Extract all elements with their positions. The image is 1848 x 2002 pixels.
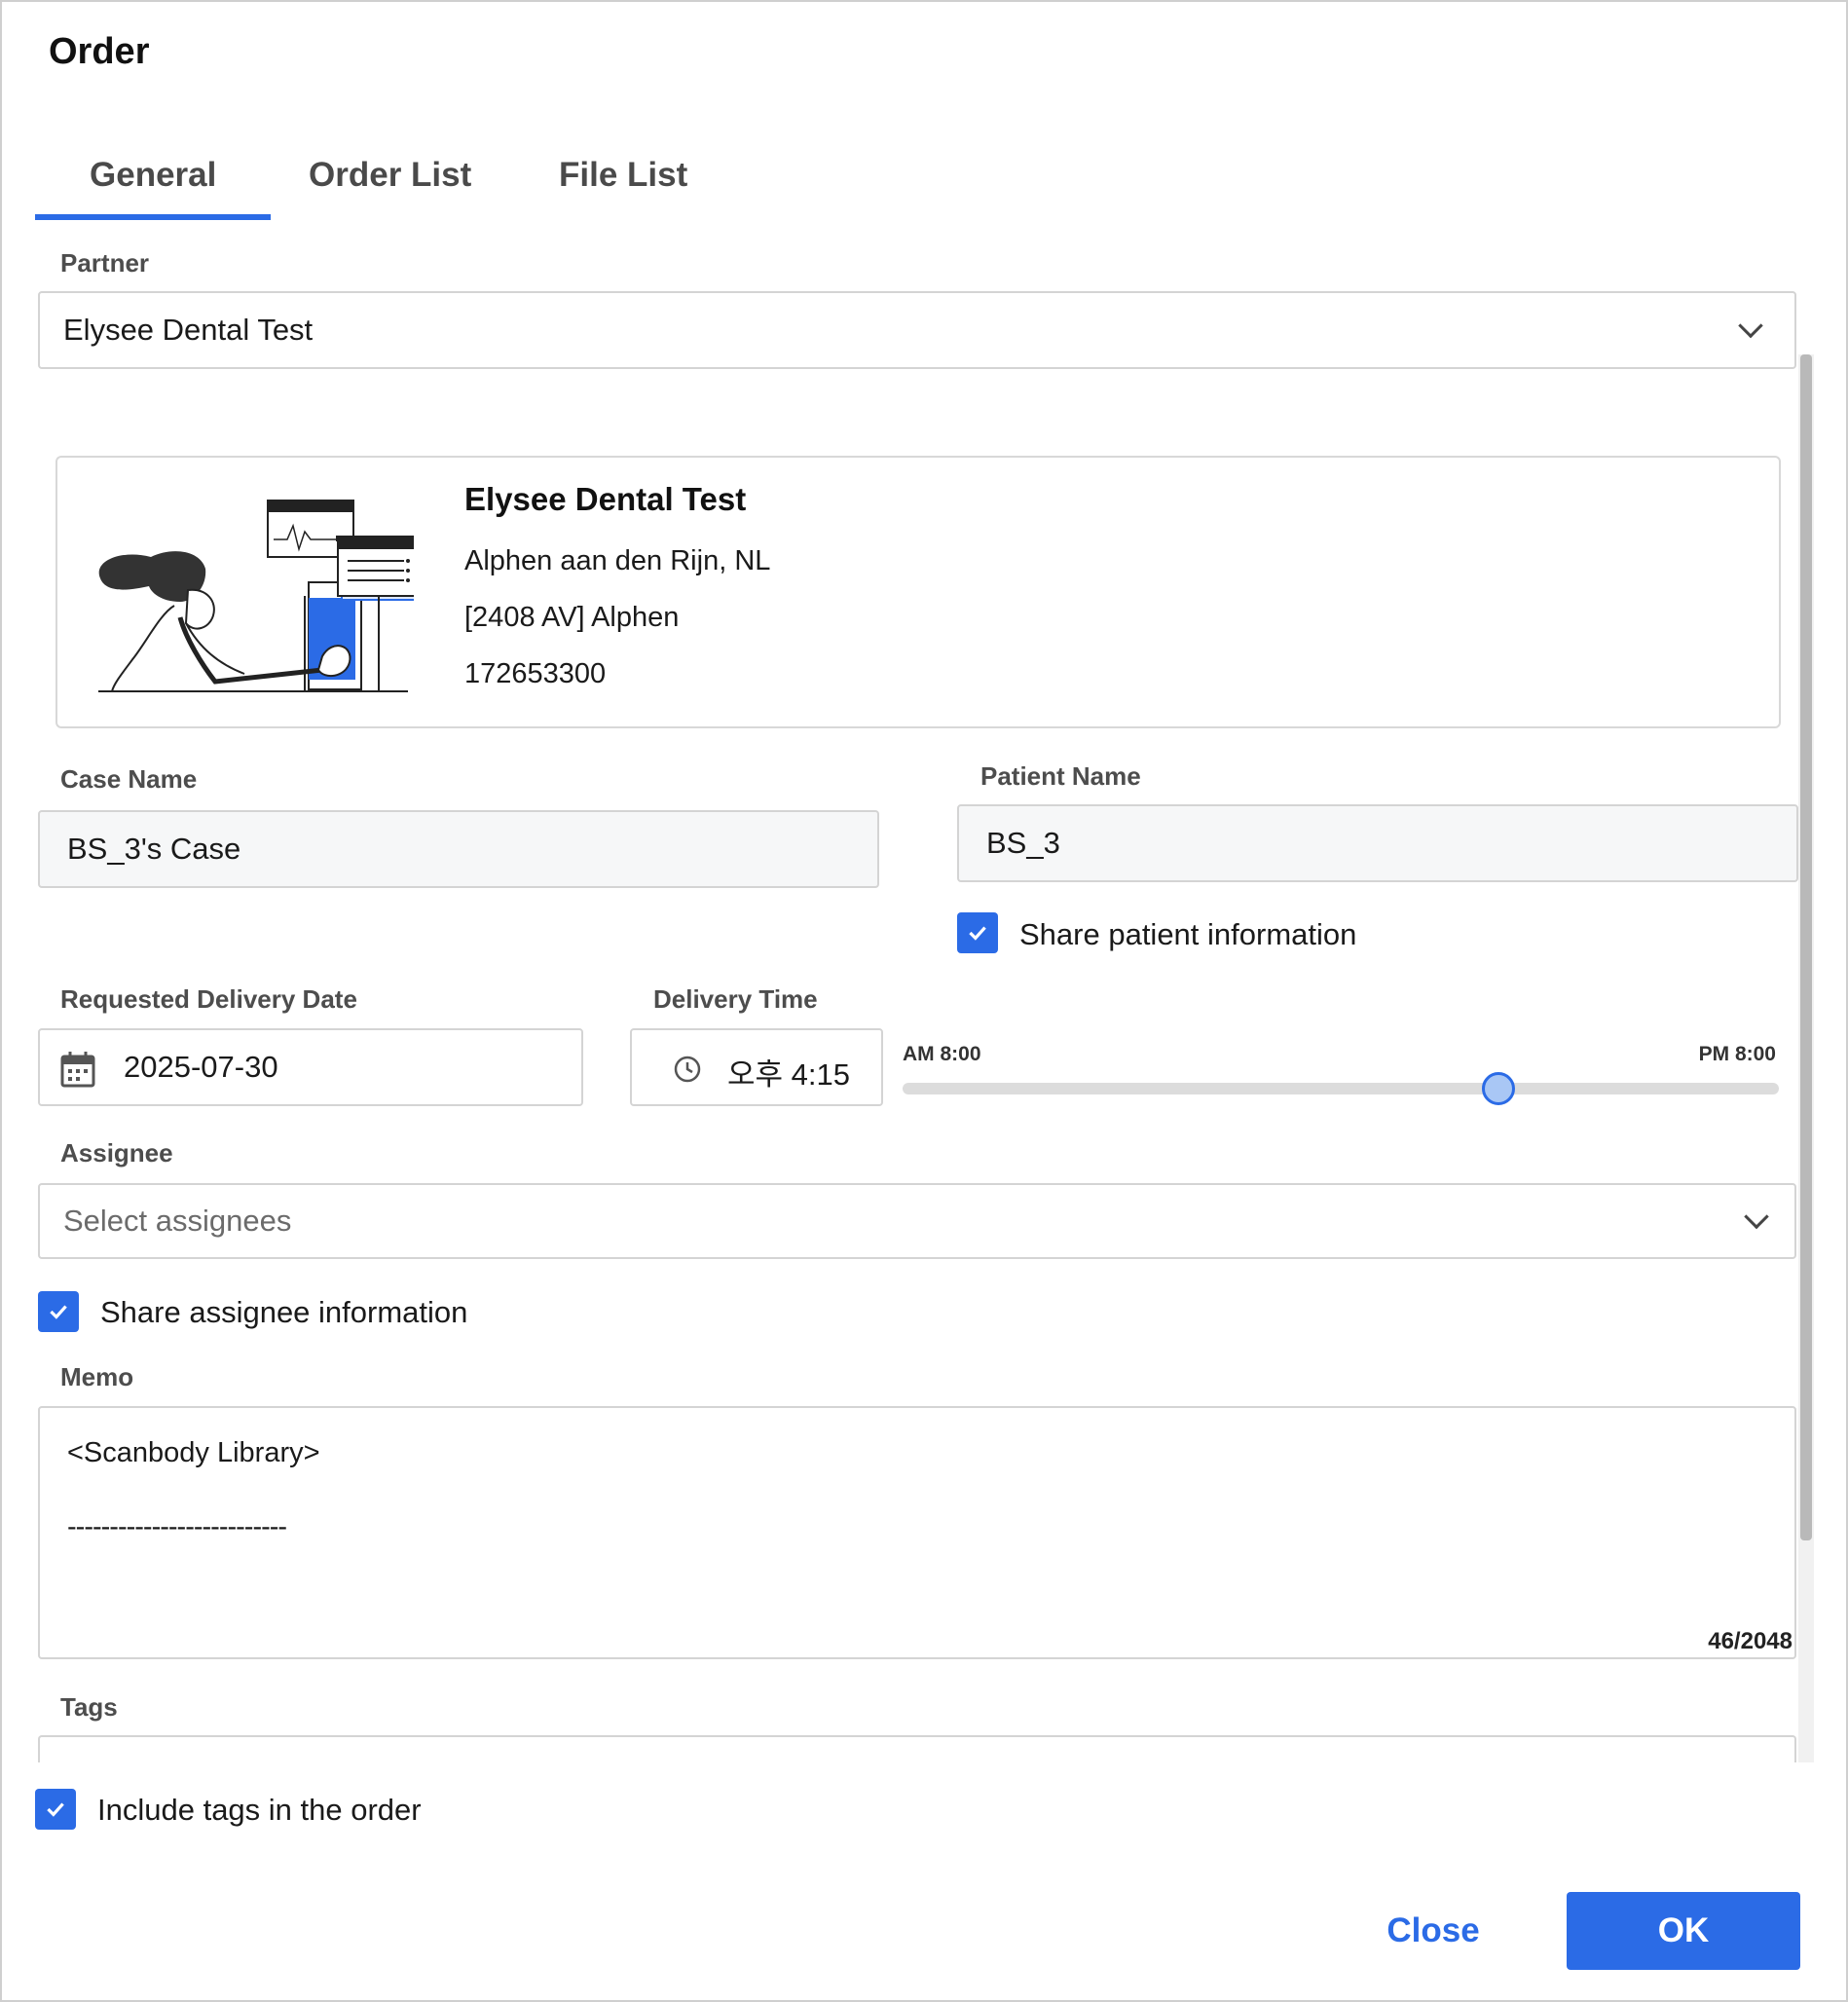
memo-line-2: -------------------------- (67, 1511, 287, 1542)
case-name-value: BS_3's Case (67, 832, 241, 866)
slider-thumb[interactable] (1482, 1072, 1515, 1105)
share-assignee-checkbox[interactable] (38, 1291, 79, 1332)
scrollbar-thumb[interactable] (1800, 354, 1812, 1540)
slider-max-label: PM 8:00 (1698, 1043, 1776, 1065)
delivery-time-picker[interactable]: 오후 4:15 (630, 1028, 883, 1106)
check-icon (50, 1305, 67, 1319)
active-tab-indicator (35, 214, 271, 220)
ok-button[interactable]: OK (1567, 1892, 1800, 1970)
delivery-time-value: 오후 4:15 (727, 1057, 850, 1092)
tags-input[interactable] (38, 1735, 1796, 1762)
slider-min-label: AM 8:00 (903, 1043, 981, 1065)
delivery-date-label: Requested Delivery Date (60, 984, 357, 1014)
partner-card: Elysee Dental Test Alphen aan den Rijn, … (55, 456, 1781, 728)
tab-file-list[interactable]: File List (559, 156, 687, 195)
tab-general[interactable]: General (90, 156, 216, 195)
partner-card-phone: 172653300 (464, 658, 607, 689)
partner-card-address-line1: Alphen aan den Rijn, NL (464, 545, 771, 576)
share-assignee-label: Share assignee information (100, 1295, 468, 1329)
memo-char-counter: 46/2048 (1708, 1628, 1793, 1654)
patient-name-input[interactable]: BS_3 (957, 804, 1798, 882)
partner-card-address-line2: [2408 AV] Alphen (464, 602, 680, 633)
share-patient-label: Share patient information (1019, 917, 1357, 951)
assignee-select[interactable]: Select assignees (38, 1183, 1796, 1259)
assignee-label: Assignee (60, 1138, 173, 1168)
partner-select[interactable]: Elysee Dental Test (38, 291, 1796, 369)
patient-name-value: BS_3 (986, 826, 1060, 860)
tab-order-list[interactable]: Order List (309, 156, 471, 195)
check-icon (47, 1802, 64, 1817)
partner-card-name: Elysee Dental Test (464, 481, 747, 517)
delivery-date-picker[interactable]: 2025-07-30 (38, 1028, 583, 1106)
dialog-title: Order (49, 31, 150, 72)
include-tags-checkbox[interactable] (35, 1789, 76, 1830)
close-button[interactable]: Close (1375, 1892, 1492, 1970)
share-patient-checkbox[interactable] (957, 912, 998, 953)
check-icon (969, 926, 986, 941)
calendar-icon (60, 1052, 95, 1088)
memo-label: Memo (60, 1362, 134, 1391)
dental-technician-illustration (98, 500, 414, 692)
memo-textarea[interactable]: <Scanbody Library> ---------------------… (38, 1406, 1796, 1659)
delivery-time-slider[interactable] (903, 1072, 1779, 1105)
case-name-label: Case Name (60, 764, 198, 794)
include-tags-label: Include tags in the order (97, 1793, 422, 1827)
assignee-placeholder: Select assignees (63, 1204, 292, 1238)
delivery-date-value: 2025-07-30 (124, 1050, 278, 1084)
tags-label: Tags (60, 1692, 118, 1722)
clock-icon (674, 1056, 701, 1083)
chevron-down-icon (1738, 313, 1763, 339)
order-dialog: Order General Order List File List Partn… (0, 0, 1848, 2002)
case-name-input[interactable]: BS_3's Case (38, 810, 879, 888)
patient-name-label: Patient Name (980, 761, 1141, 791)
memo-line-1: <Scanbody Library> (67, 1437, 320, 1468)
chevron-down-icon (1744, 1204, 1769, 1230)
delivery-time-label: Delivery Time (653, 984, 818, 1014)
partner-select-value: Elysee Dental Test (63, 313, 314, 347)
partner-label: Partner (60, 248, 150, 278)
